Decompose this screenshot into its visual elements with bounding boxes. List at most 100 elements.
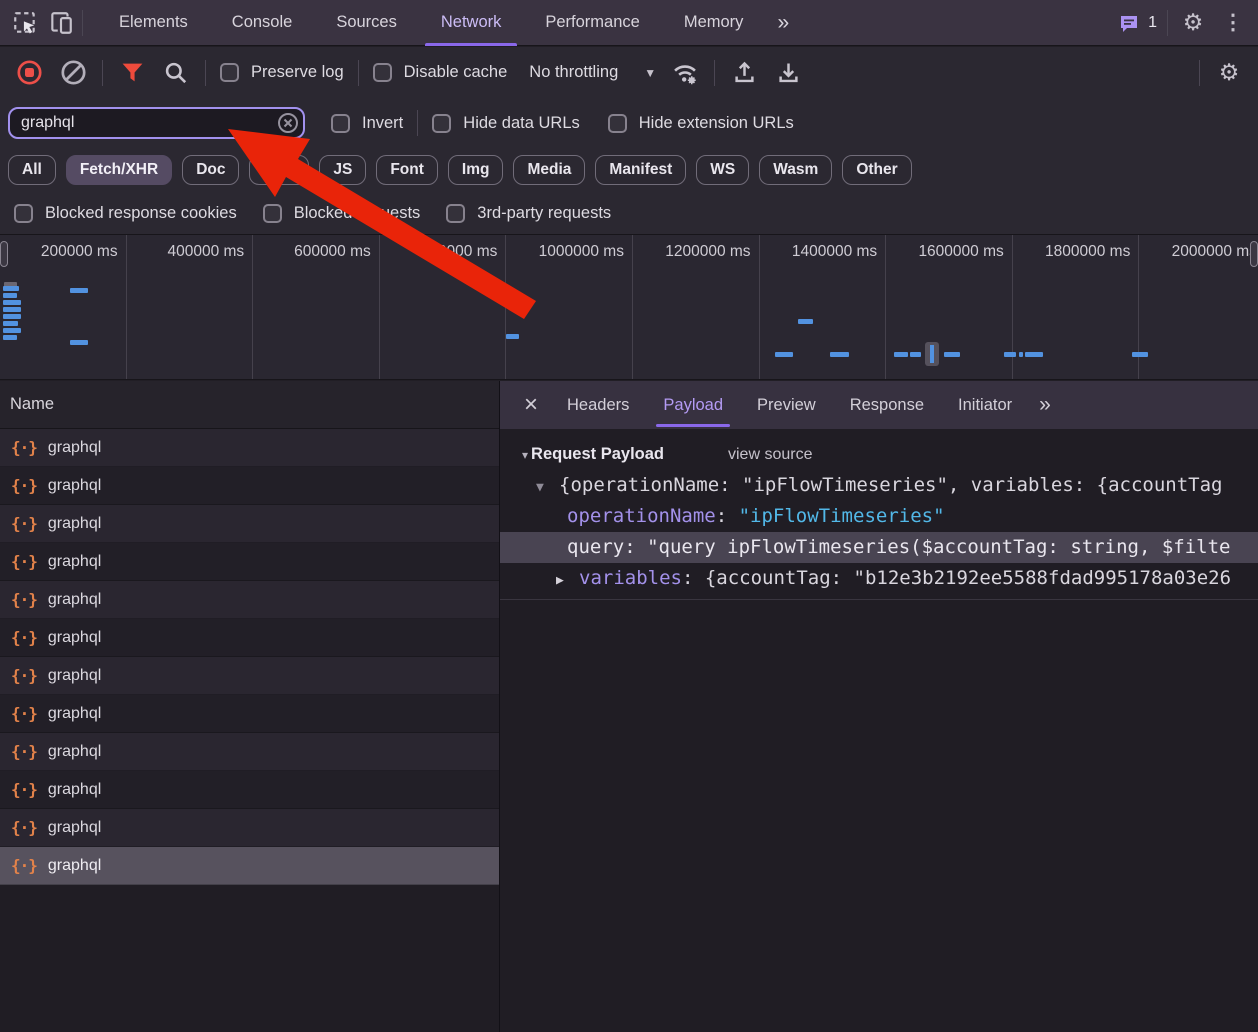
timeline-activity-bar [944,352,960,357]
request-type-chip[interactable]: Media [513,155,585,185]
details-tab[interactable]: Headers [550,381,646,429]
details-tab[interactable]: Initiator [941,381,1029,429]
hide-data-urls-checkbox[interactable] [432,114,451,133]
json-icon: {·} [11,856,37,875]
inspect-element-icon[interactable] [10,8,40,38]
devtools-window: ElementsConsoleSourcesNetworkPerformance… [0,0,1258,1032]
filter-input[interactable] [8,107,305,139]
request-name: graphql [48,705,101,723]
request-name: graphql [48,819,101,837]
collapse-triangle-icon: ▾ [522,448,528,462]
request-row[interactable]: {·} graphql [0,657,499,695]
timeline-activity-bar [70,288,88,293]
timeline-activity-bar [3,335,17,340]
filter-icon[interactable] [117,58,147,88]
timeline-activity-bar [3,314,21,319]
request-type-chip[interactable]: All [8,155,56,185]
details-tab[interactable]: Payload [646,381,740,429]
view-source-link[interactable]: view source [728,446,812,464]
network-settings-gear-icon[interactable]: ⚙ [1214,58,1244,88]
request-name: graphql [48,629,101,647]
payload-variables-line[interactable]: ▶variables: {accountTag: "b12e3b2192ee55… [500,563,1258,594]
more-options-icon[interactable]: ⋮ [1218,8,1248,38]
name-column-label: Name [10,395,54,414]
request-row[interactable]: {·} graphql [0,733,499,771]
network-filter-row: Invert Hide data URLs Hide extension URL… [0,98,1258,148]
payload-query-line[interactable]: query: "query ipFlowTimeseries($accountT… [500,532,1258,563]
chevron-down-icon: ▼ [644,66,656,80]
blocked-requests-checkbox[interactable] [263,204,282,223]
details-tab[interactable]: Preview [740,381,833,429]
devtools-tab[interactable]: Console [210,0,315,46]
issues-button[interactable]: 1 [1117,11,1157,35]
payload-root-line[interactable]: ▼{operationName: "ipFlowTimeseries", var… [500,470,1258,501]
export-har-icon[interactable] [773,58,803,88]
issues-count: 1 [1148,14,1157,32]
request-row[interactable]: {·} graphql [0,543,499,581]
throttling-select[interactable]: No throttling ▼ [529,63,656,82]
request-type-chip[interactable]: CSS [249,155,309,185]
request-type-chip[interactable]: Doc [182,155,239,185]
requests-list: {·} graphql {·} graphql {·} graphql {·} … [0,429,499,1032]
devtools-tab[interactable]: Sources [314,0,419,46]
more-detail-tabs-icon[interactable]: » [1029,393,1061,417]
preserve-log-checkbox[interactable] [220,63,239,82]
request-row[interactable]: {·} graphql [0,847,499,885]
expanded-triangle-icon: ▼ [536,472,559,501]
devtools-tab[interactable]: Network [419,0,524,46]
network-overview-timeline[interactable]: 200000 ms400000 ms600000 ms800000 ms1000… [0,234,1258,380]
search-icon[interactable] [161,58,191,88]
devtools-tab[interactable]: Memory [662,0,766,46]
invert-checkbox[interactable] [331,114,350,133]
settings-gear-icon[interactable]: ⚙ [1178,8,1208,38]
network-conditions-icon[interactable] [670,58,700,88]
name-column-header[interactable]: Name [0,381,499,429]
request-row[interactable]: {·} graphql [0,771,499,809]
json-icon: {·} [11,742,37,761]
request-payload-section-header[interactable]: ▾ Request Payload view source [500,429,1258,470]
disable-cache-label: Disable cache [404,63,508,82]
json-icon: {·} [11,780,37,799]
request-row[interactable]: {·} graphql [0,505,499,543]
request-type-chip[interactable]: Font [376,155,438,185]
devtools-tab[interactable]: Elements [97,0,210,46]
divider [82,10,83,36]
request-row[interactable]: {·} graphql [0,429,499,467]
request-row[interactable]: {·} graphql [0,581,499,619]
request-row[interactable]: {·} graphql [0,619,499,657]
request-type-chip[interactable]: Manifest [595,155,686,185]
throttling-value: No throttling [529,63,618,82]
details-tab[interactable]: Response [833,381,941,429]
devtools-tab[interactable]: Performance [523,0,661,46]
clear-filter-icon[interactable] [277,112,299,134]
request-type-chip[interactable]: JS [319,155,366,185]
request-row[interactable]: {·} graphql [0,695,499,733]
disable-cache-checkbox[interactable] [373,63,392,82]
request-name: graphql [48,781,101,799]
payload-object-preview: : {accountTag: "b12e3b2192ee5588fdad9951… [682,567,1231,589]
request-type-chip[interactable]: WS [696,155,749,185]
request-type-chip[interactable]: Fetch/XHR [66,155,172,185]
request-row[interactable]: {·} graphql [0,467,499,505]
timeline-right-handle[interactable] [1250,241,1258,267]
third-party-requests-checkbox[interactable] [446,204,465,223]
hide-data-urls-label: Hide data URLs [463,114,579,133]
blocked-response-cookies-checkbox[interactable] [14,204,33,223]
request-type-chip[interactable]: Other [842,155,911,185]
hide-extension-urls-checkbox[interactable] [608,114,627,133]
device-toolbar-icon[interactable] [46,8,76,38]
third-party-requests-label: 3rd-party requests [477,204,611,223]
more-panels-icon[interactable]: » [771,11,795,35]
payload-operation-name-line[interactable]: operationName: "ipFlowTimeseries" [500,501,1258,532]
payload-tree: ▼{operationName: "ipFlowTimeseries", var… [500,470,1258,600]
request-type-chip[interactable]: Img [448,155,504,185]
clear-network-log-icon[interactable] [58,58,88,88]
record-network-log-icon[interactable] [14,58,44,88]
request-type-chip[interactable]: Wasm [759,155,832,185]
import-har-icon[interactable] [729,58,759,88]
timeline-left-handle[interactable] [0,241,8,267]
request-row[interactable]: {·} graphql [0,809,499,847]
json-icon: {·} [11,590,37,609]
close-details-icon[interactable]: × [512,393,550,417]
json-icon: {·} [11,818,37,837]
